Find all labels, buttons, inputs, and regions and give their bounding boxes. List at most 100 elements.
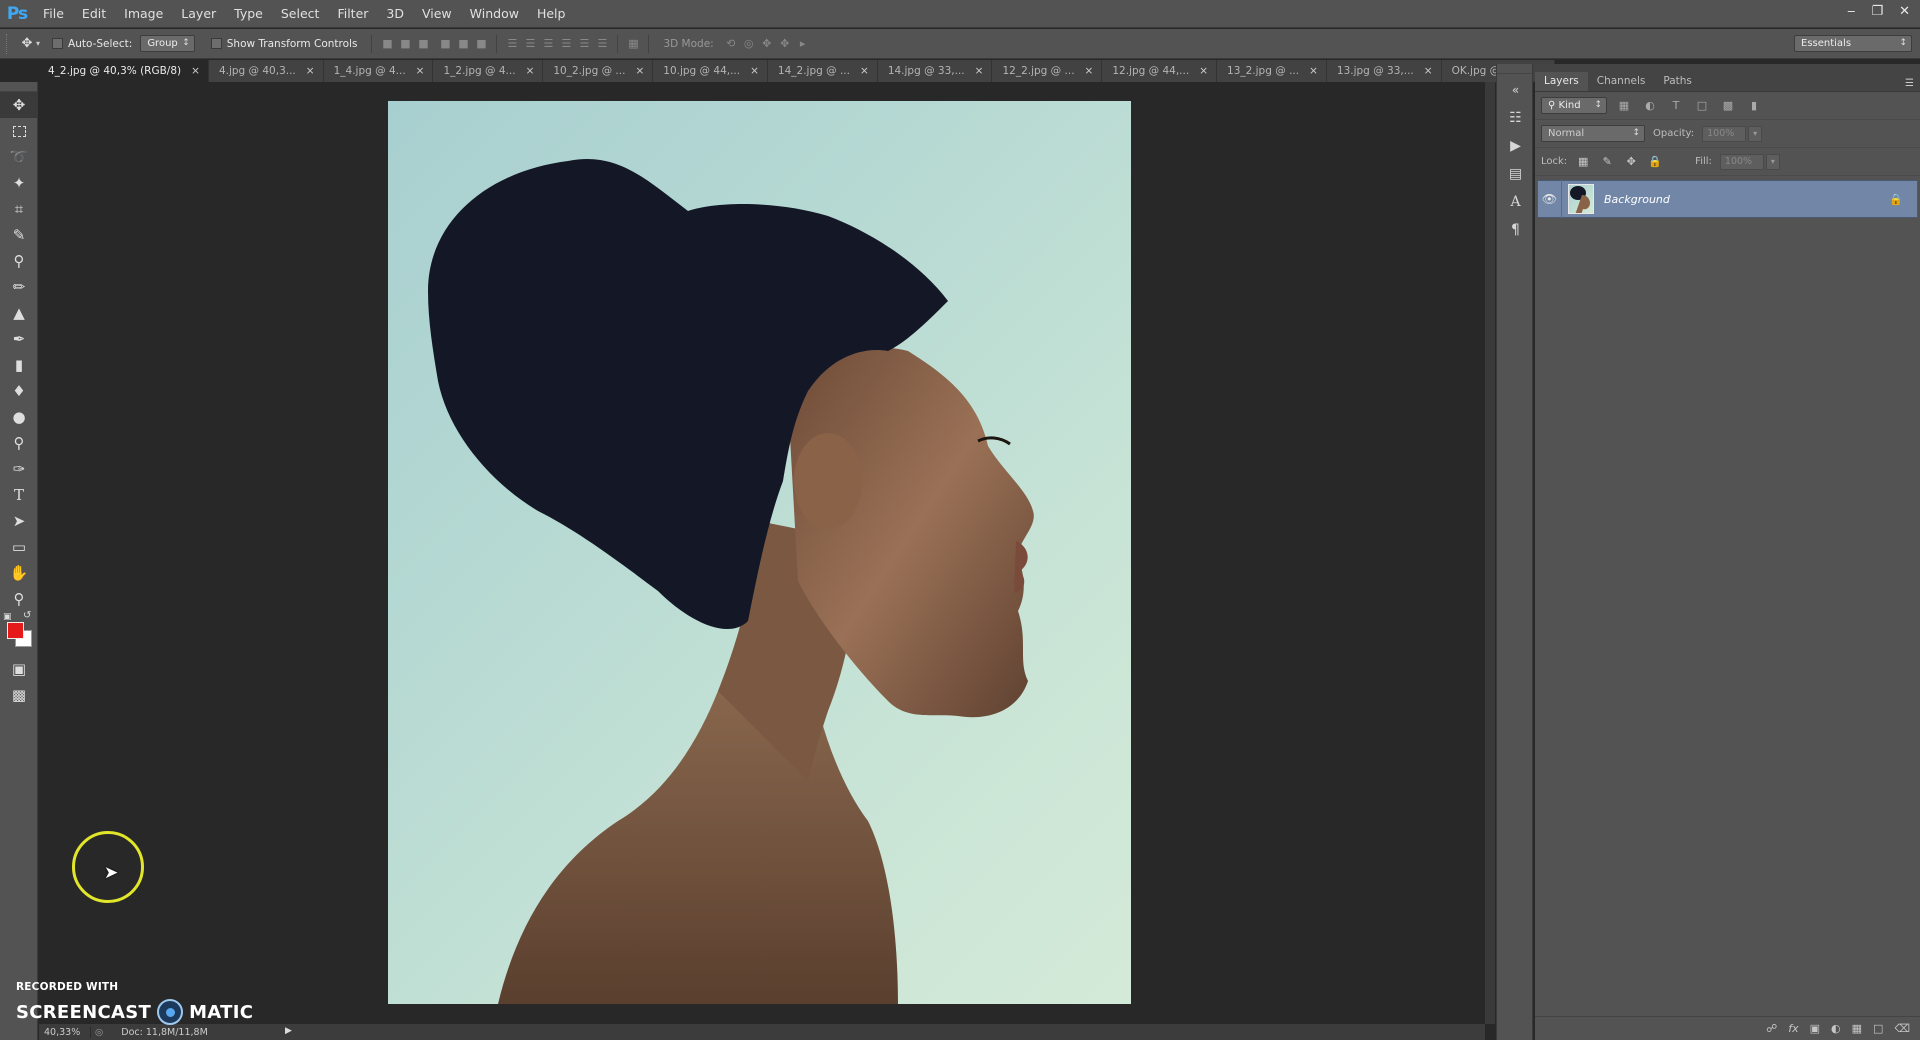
tab-paths[interactable]: Paths [1654,72,1701,91]
eyedropper-tool-icon[interactable]: ✎ [0,222,38,248]
filter-shape-icon[interactable]: □ [1693,97,1711,115]
blur-tool-icon[interactable]: ● [0,404,38,430]
lock-all-icon[interactable]: 🔒 [1647,154,1663,170]
healing-brush-tool-icon[interactable]: ⚲ [0,248,38,274]
document-tab[interactable]: 4_2.jpg @ 40,3% (RGB/8) × [38,60,209,82]
eraser-tool-icon[interactable]: ▮ [0,352,38,378]
auto-select-checkbox[interactable]: Auto-Select: [52,38,132,50]
close-tab-icon[interactable]: × [1309,60,1318,82]
3d-scale-icon[interactable]: ▸ [794,35,812,53]
align-bottom-icon[interactable]: ■ [414,35,432,53]
menu-image[interactable]: Image [115,0,172,28]
screen-mode-icon[interactable]: ▩ [0,682,38,708]
close-tab-icon[interactable]: × [191,60,200,82]
character-panel-icon[interactable]: A [1497,188,1534,216]
zoom-tool-icon[interactable]: ⚲ [0,586,38,612]
document-tab[interactable]: 10_2.jpg @ ... × [543,60,654,82]
distribute-top-icon[interactable]: ☰ [503,35,521,53]
distribute-bottom-icon[interactable]: ☰ [539,35,557,53]
foreground-color-swatch[interactable] [7,622,24,639]
filter-smart-object-icon[interactable]: ▩ [1719,97,1737,115]
filter-kind-select[interactable]: ⚲ Kind [1541,97,1607,114]
dock-grip[interactable] [1497,64,1532,74]
menu-window[interactable]: Window [461,0,528,28]
link-layers-icon[interactable]: ☍ [1766,1022,1777,1035]
3d-drag-icon[interactable]: ✥ [758,35,776,53]
export-icon[interactable]: ◎ [95,1027,103,1038]
align-top-icon[interactable]: ■ [378,35,396,53]
workspace-select[interactable]: Essentials [1794,35,1912,52]
close-tab-icon[interactable]: × [1199,60,1208,82]
3d-roll-icon[interactable]: ◎ [740,35,758,53]
menu-file[interactable]: File [34,0,73,28]
close-tab-icon[interactable]: × [750,60,759,82]
auto-select-target-select[interactable]: Group [140,35,195,52]
distribute-right-icon[interactable]: ☰ [593,35,611,53]
3d-slide-icon[interactable]: ✥ [776,35,794,53]
3d-rotate-icon[interactable]: ⟲ [722,35,740,53]
close-tab-icon[interactable]: × [635,60,644,82]
panel-menu-icon[interactable]: ☰ [1905,78,1914,89]
layer-name[interactable]: Background [1604,193,1889,206]
align-right-icon[interactable]: ■ [472,35,490,53]
new-group-icon[interactable]: ▦ [1852,1022,1862,1035]
zoom-level[interactable]: 40,33% [39,1026,91,1038]
collapse-arrows-icon[interactable]: « [1497,76,1534,104]
tab-channels[interactable]: Channels [1588,72,1655,91]
close-tab-icon[interactable]: × [860,60,869,82]
auto-align-icon[interactable]: ▦ [624,35,642,53]
swap-colors-icon[interactable]: ↺ [23,610,31,621]
document-tab[interactable]: 4.jpg @ 40,3... × [208,60,324,82]
menu-help[interactable]: Help [528,0,575,28]
magic-wand-tool-icon[interactable]: ✦ [0,170,38,196]
layer-row-background[interactable]: 👁 Background 🔒 [1537,180,1918,218]
fill-chevron-icon[interactable]: ▾ [1765,153,1780,170]
properties-panel-icon[interactable]: ▤ [1497,160,1534,188]
minimize-icon[interactable]: ‒ [1847,4,1855,19]
close-icon[interactable]: ✕ [1899,4,1910,19]
close-tab-icon[interactable]: × [975,60,984,82]
type-tool-icon[interactable]: T [0,482,38,508]
document-tab[interactable]: 13_2.jpg @ ... × [1217,60,1327,82]
default-colors-icon[interactable]: ▣ [3,612,12,622]
document-tab[interactable]: 14.jpg @ 33,... × [877,60,993,82]
menu-type[interactable]: Type [225,0,272,28]
distribute-hcenter-icon[interactable]: ☰ [575,35,593,53]
restore-icon[interactable]: ❐ [1871,4,1883,19]
rectangle-tool-icon[interactable]: ▭ [0,534,38,560]
menu-view[interactable]: View [413,0,461,28]
vertical-scrollbar[interactable] [1485,82,1495,1024]
document-tab[interactable]: 14_2.jpg @ ... × [767,60,878,82]
clone-stamp-tool-icon[interactable]: ▲ [0,300,38,326]
menu-layer[interactable]: Layer [172,0,225,28]
filter-type-icon[interactable]: T [1667,97,1685,115]
quick-mask-icon[interactable]: ▣ [0,656,38,682]
pen-tool-icon[interactable]: ✑ [0,456,38,482]
lock-transparent-icon[interactable]: ▦ [1575,154,1591,170]
align-vcenter-icon[interactable]: ■ [396,35,414,53]
close-tab-icon[interactable]: × [416,60,425,82]
fx-icon[interactable]: fx [1788,1022,1798,1035]
filter-toggle-icon[interactable]: ▮ [1745,97,1763,115]
menu-edit[interactable]: Edit [73,0,115,28]
adjustment-layer-icon[interactable]: ◐ [1831,1022,1841,1035]
crop-tool-icon[interactable]: ⌗ [0,196,38,222]
paragraph-panel-icon[interactable]: ¶ [1497,216,1534,244]
marquee-tool-icon[interactable] [0,118,38,144]
align-left-icon[interactable]: ■ [436,35,454,53]
menu-select[interactable]: Select [272,0,329,28]
lock-position-icon[interactable]: ✥ [1623,154,1639,170]
menu-filter[interactable]: Filter [328,0,377,28]
show-transform-check-box[interactable] [210,38,222,49]
opacity-field[interactable]: 100% [1702,125,1747,142]
move-tool-icon[interactable]: ✥ [0,92,38,118]
document-tab[interactable]: 10.jpg @ 44,... × [653,60,768,82]
visibility-eye-icon[interactable]: 👁 [1538,180,1562,218]
history-brush-tool-icon[interactable]: ✒ [0,326,38,352]
lasso-tool-icon[interactable]: ➰ [0,144,38,170]
brush-tool-icon[interactable]: ✏ [0,274,38,300]
document-tab[interactable]: 1_2.jpg @ 4... × [433,60,544,82]
document-tab[interactable]: 12.jpg @ 44,... × [1102,60,1218,82]
add-mask-icon[interactable]: ▣ [1810,1022,1820,1035]
document-image[interactable] [388,101,1131,1004]
